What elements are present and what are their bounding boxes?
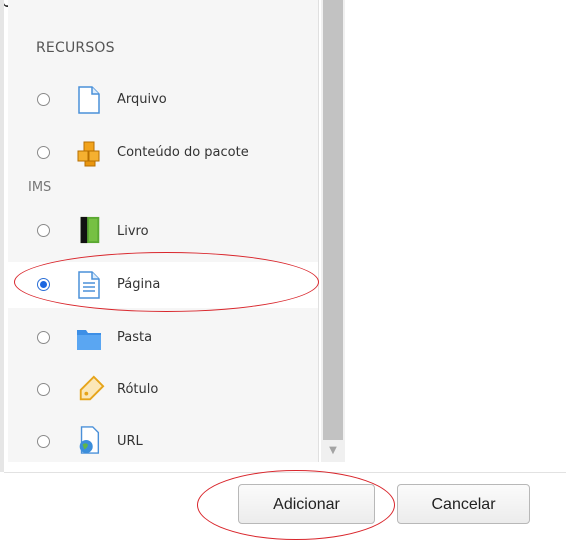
dialog-border bbox=[0, 0, 4, 472]
resource-option-arquivo[interactable]: Arquivo bbox=[8, 84, 318, 116]
option-label: URL bbox=[117, 434, 143, 449]
folder-icon bbox=[77, 330, 101, 350]
section-title: RECURSOS bbox=[36, 40, 115, 56]
file-icon bbox=[78, 86, 100, 114]
option-label: Pasta bbox=[117, 330, 153, 345]
label-tag-icon bbox=[79, 375, 105, 401]
scroll-down-arrow-icon[interactable]: ▼ bbox=[321, 443, 345, 459]
resource-option-pasta[interactable]: Pasta bbox=[8, 322, 318, 354]
radio-livro[interactable] bbox=[37, 224, 50, 237]
package-icon bbox=[77, 141, 100, 167]
vertical-scrollbar[interactable]: ▼ bbox=[321, 0, 345, 462]
resource-option-rotulo[interactable]: Rótulo bbox=[8, 374, 318, 406]
annotation-ellipse-pagina bbox=[14, 252, 319, 312]
radio-rotulo[interactable] bbox=[37, 383, 50, 396]
radio-arquivo[interactable] bbox=[37, 93, 50, 106]
resource-option-livro[interactable]: Livro bbox=[8, 214, 318, 248]
radio-ims[interactable] bbox=[37, 146, 50, 159]
resource-option-ims[interactable]: Conteúdo do pacote bbox=[8, 137, 318, 169]
option-label: Conteúdo do pacote bbox=[117, 145, 249, 160]
radio-pasta[interactable] bbox=[37, 331, 50, 344]
scrollbar-thumb[interactable] bbox=[323, 0, 343, 440]
annotation-ellipse-add bbox=[197, 470, 395, 540]
option-label: Arquivo bbox=[117, 92, 167, 107]
option-label: Rótulo bbox=[117, 382, 159, 397]
url-globe-icon bbox=[79, 426, 100, 454]
resource-option-url[interactable]: URL bbox=[8, 426, 318, 458]
book-icon bbox=[80, 216, 100, 244]
option-label-continued: IMS bbox=[28, 180, 52, 195]
option-label: Livro bbox=[117, 224, 149, 239]
radio-url[interactable] bbox=[37, 435, 50, 448]
cancel-button[interactable]: Cancelar bbox=[397, 484, 530, 524]
